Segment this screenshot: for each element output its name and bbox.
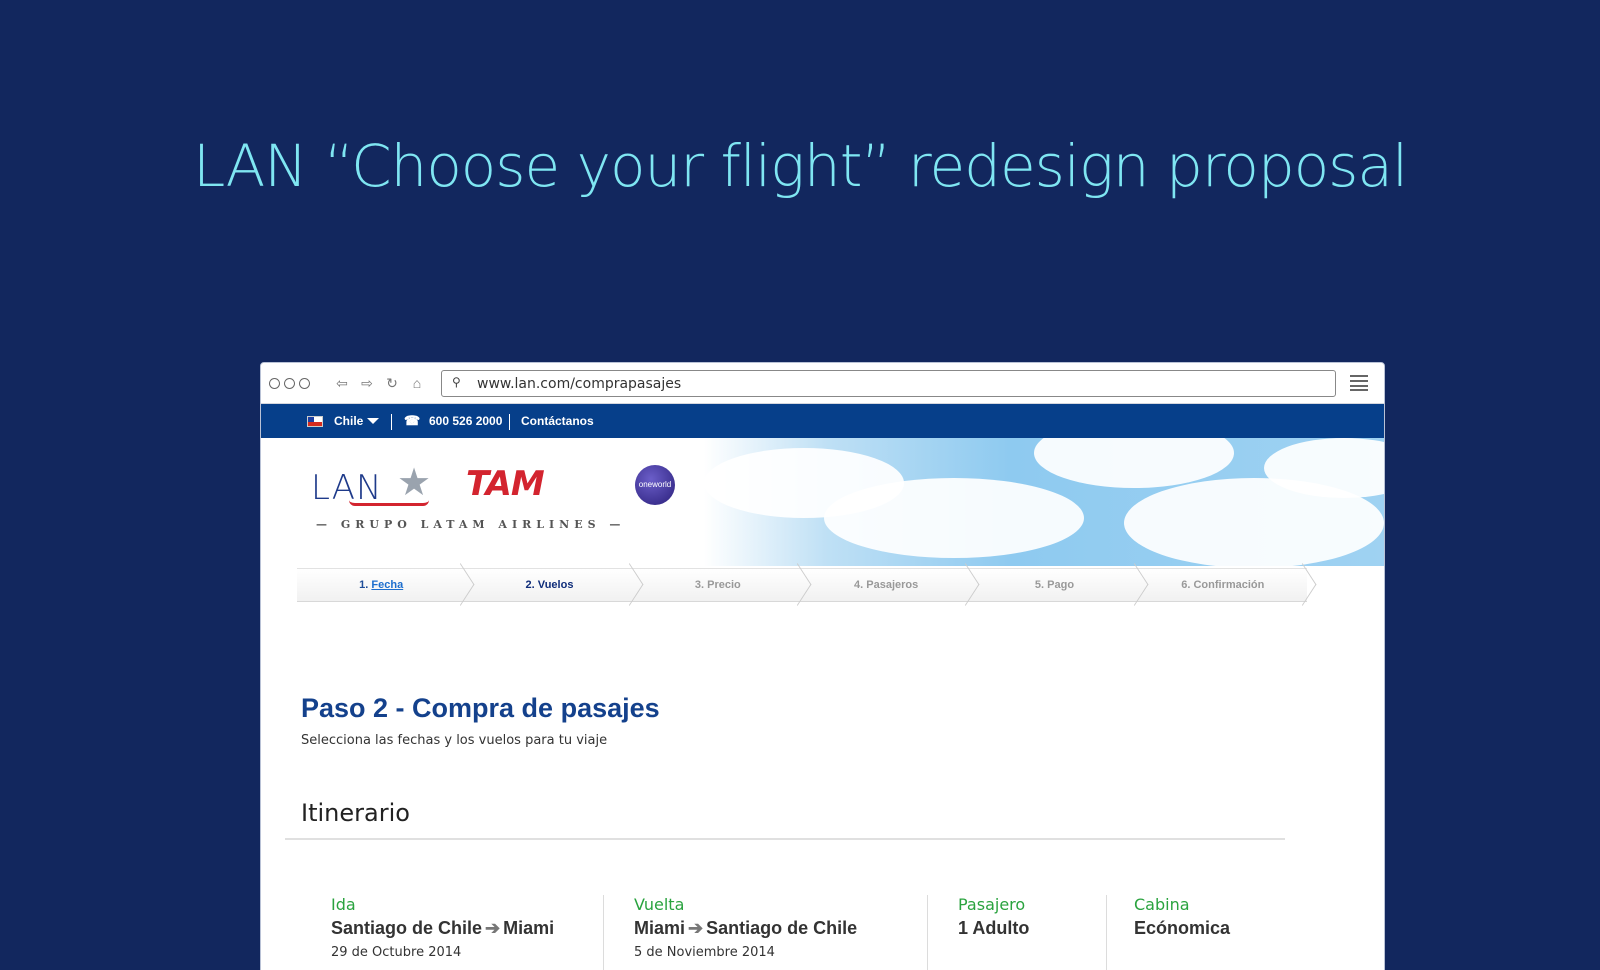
reload-icon[interactable]: ↻ [383,374,401,392]
sky-background [704,438,1384,566]
step-pasajeros: 4. Pasajeros [801,568,971,602]
passenger-label: Pasajero [958,895,1026,914]
arrow-right-icon: ➔ [688,918,704,938]
browser-chrome: ⇦ ⇨ ↻ ⌂ ⚲ www.lan.com/comprapasajes [261,363,1384,404]
back-icon[interactable]: ⇦ [333,374,351,392]
cabin-info: Cabina Ecónomica [1134,895,1230,939]
chile-flag-icon [307,416,323,427]
phone-icon: ☎ [404,413,421,428]
country-selector[interactable]: Chile [334,414,363,428]
address-bar[interactable]: ⚲ www.lan.com/comprapasajes [441,370,1336,397]
contact-link[interactable]: Contáctanos [521,414,594,428]
step-vuelos: 2. Vuelos [465,568,634,602]
return-label: Vuelta [634,895,685,914]
swoosh-icon [349,500,429,506]
phone-number: 600 526 2000 [429,414,503,428]
outbound-date: 29 de Octubre 2014 [331,945,462,960]
step-confirmacion: 6. Confirmación [1138,568,1307,602]
hero-banner: LAN ★ TAM — GRUPO LATAM AIRLINES — onewo… [261,438,1384,566]
divider [509,414,510,430]
site-top-bar: Chile ☎ 600 526 2000 Contáctanos [261,404,1384,438]
page-subtitle: Selecciona las fechas y los vuelos para … [301,733,608,748]
cabin-label: Cabina [1134,895,1190,914]
close-window-button[interactable] [269,378,280,389]
minimize-window-button[interactable] [284,378,295,389]
passenger-info: Pasajero 1 Adulto [958,895,1029,939]
return-flight: Vuelta Miami ➔ Santiago de Chile 5 de Novi… [634,895,858,960]
cabin-value: Ecónomica [1134,918,1231,938]
divider [927,895,928,970]
passenger-value: 1 Adulto [958,918,1030,938]
home-icon[interactable]: ⌂ [408,374,426,392]
return-date: 5 de Noviembre 2014 [634,945,775,960]
step-pago: 5. Pago [970,568,1139,602]
page-title: Paso 2 - Compra de pasajes [301,693,660,723]
chevron-down-icon[interactable] [367,418,379,424]
window-controls [269,378,310,389]
divider [1106,895,1107,970]
itinerary-title: Itinerario [301,799,410,827]
step-fecha-link[interactable]: Fecha [371,579,403,591]
maximize-window-button[interactable] [299,378,310,389]
search-icon: ⚲ [452,375,461,389]
browser-window: ⇦ ⇨ ↻ ⌂ ⚲ www.lan.com/comprapasajes Chil… [260,362,1385,970]
divider [285,838,1285,840]
divider [603,895,604,970]
arrow-right-icon: ➔ [485,918,501,938]
forward-icon[interactable]: ⇨ [358,374,376,392]
oneworld-logo: oneworld [635,465,675,505]
group-tagline: — GRUPO LATAM AIRLINES — [316,518,626,531]
outbound-flight: Ida Santiago de Chile ➔ Miami 29 de Octubr… [331,895,555,960]
divider [391,414,392,430]
outbound-label: Ida [331,895,356,914]
booking-steps: 1. Fecha 2. Vuelos 3. Precio 4. Pasajero… [297,568,1307,602]
step-precio: 3. Precio [633,568,802,602]
url-text[interactable]: www.lan.com/comprapasajes [477,376,681,392]
tam-logo[interactable]: TAM [466,464,545,504]
step-fecha[interactable]: 1. Fecha [297,568,466,602]
menu-icon[interactable] [1350,375,1368,391]
star-icon: ★ [397,462,432,504]
headline: LAN “Choose your flight” redesign propos… [192,132,1408,200]
